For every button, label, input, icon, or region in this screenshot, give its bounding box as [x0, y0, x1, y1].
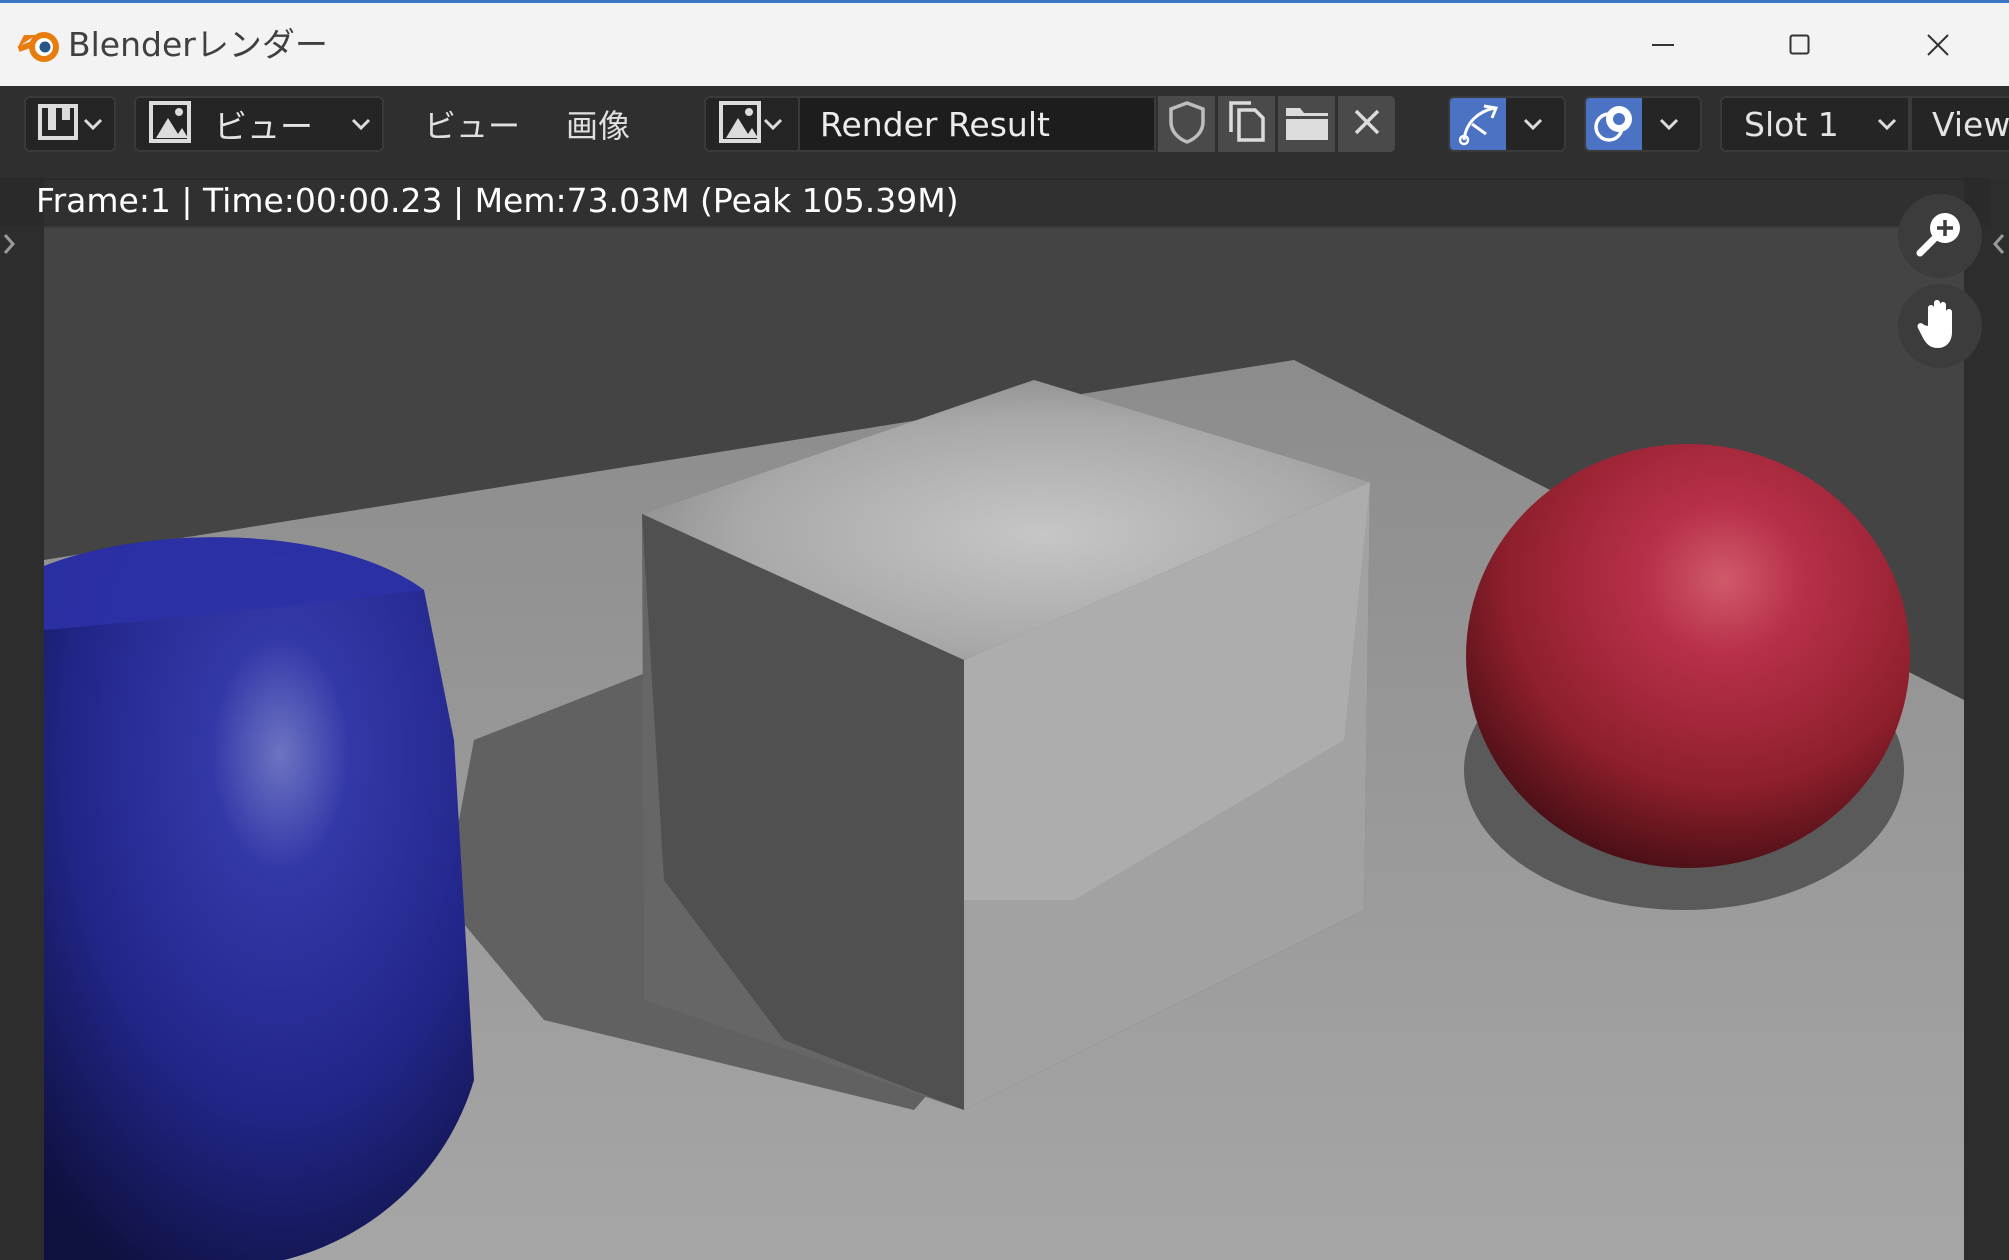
menu-image[interactable]: 画像 [566, 96, 630, 152]
menu-view[interactable]: ビュー [424, 96, 520, 152]
chevron-down-icon [350, 117, 372, 131]
image-editor-icon [38, 102, 82, 146]
unlink-button[interactable] [1338, 96, 1396, 152]
image-viewport[interactable]: Frame:1 | Time:00:00.23 | Mem:73.03M (Pe… [0, 178, 2009, 1260]
image-browse-icon [718, 100, 762, 148]
view-layer-label: View [1932, 104, 2009, 144]
zoom-in-button[interactable] [1898, 194, 1982, 278]
chevron-down-icon [1522, 117, 1544, 131]
image-name-field[interactable]: Render Result [800, 96, 1156, 152]
chevron-down-icon [762, 117, 784, 131]
editor-type-dropdown[interactable] [24, 96, 116, 152]
window-title: Blenderレンダー [68, 25, 328, 64]
minimize-icon[interactable] [1614, 17, 1714, 73]
slot-label: Slot 1 [1744, 104, 1839, 144]
duplicate-icon [1225, 100, 1269, 148]
overlay-toggle[interactable] [1584, 96, 1702, 152]
image-editor-header: ビュー ビュー 画像 Render Result Slot 1 View [0, 86, 2009, 178]
maximize-icon[interactable] [1750, 17, 1850, 73]
pan-button[interactable] [1898, 284, 1982, 368]
image-browse-button[interactable] [704, 96, 800, 152]
zoom-in-icon [1912, 206, 1968, 266]
window-titlebar: Blenderレンダー [0, 0, 2009, 86]
render-result-image[interactable] [44, 180, 1964, 1260]
gizmo-arrow-icon [1450, 98, 1506, 150]
view-mode-label: ビュー [214, 107, 313, 146]
chevron-down-icon [1876, 117, 1898, 131]
open-button[interactable] [1278, 96, 1336, 152]
blender-logo-icon [16, 25, 64, 65]
right-panel-arrow-icon[interactable] [1990, 226, 2008, 262]
view-mode-dropdown[interactable]: ビュー [134, 96, 384, 152]
fake-user-button[interactable] [1158, 96, 1216, 152]
render-stats-text: Frame:1 | Time:00:00.23 | Mem:73.03M (Pe… [36, 181, 959, 220]
close-icon[interactable] [1888, 17, 1988, 73]
slot-dropdown[interactable]: Slot 1 [1720, 96, 1910, 152]
image-icon [148, 100, 192, 148]
chevron-down-icon [82, 117, 104, 131]
left-panel-arrow-icon[interactable] [0, 226, 18, 262]
stats-overlay: Frame:1 | Time:00:00.23 | Mem:73.03M (Pe… [0, 178, 1990, 226]
unlink-close-icon [1353, 108, 1381, 140]
open-folder-icon [1284, 102, 1330, 146]
gizmo-toggle[interactable] [1448, 96, 1566, 152]
pan-hand-icon [1914, 296, 1966, 356]
duplicate-button[interactable] [1218, 96, 1276, 152]
fake-user-shield-icon [1167, 100, 1207, 148]
overlay-icon [1586, 98, 1642, 150]
view-layer-dropdown[interactable]: View [1910, 96, 2009, 152]
chevron-down-icon [1658, 117, 1680, 131]
